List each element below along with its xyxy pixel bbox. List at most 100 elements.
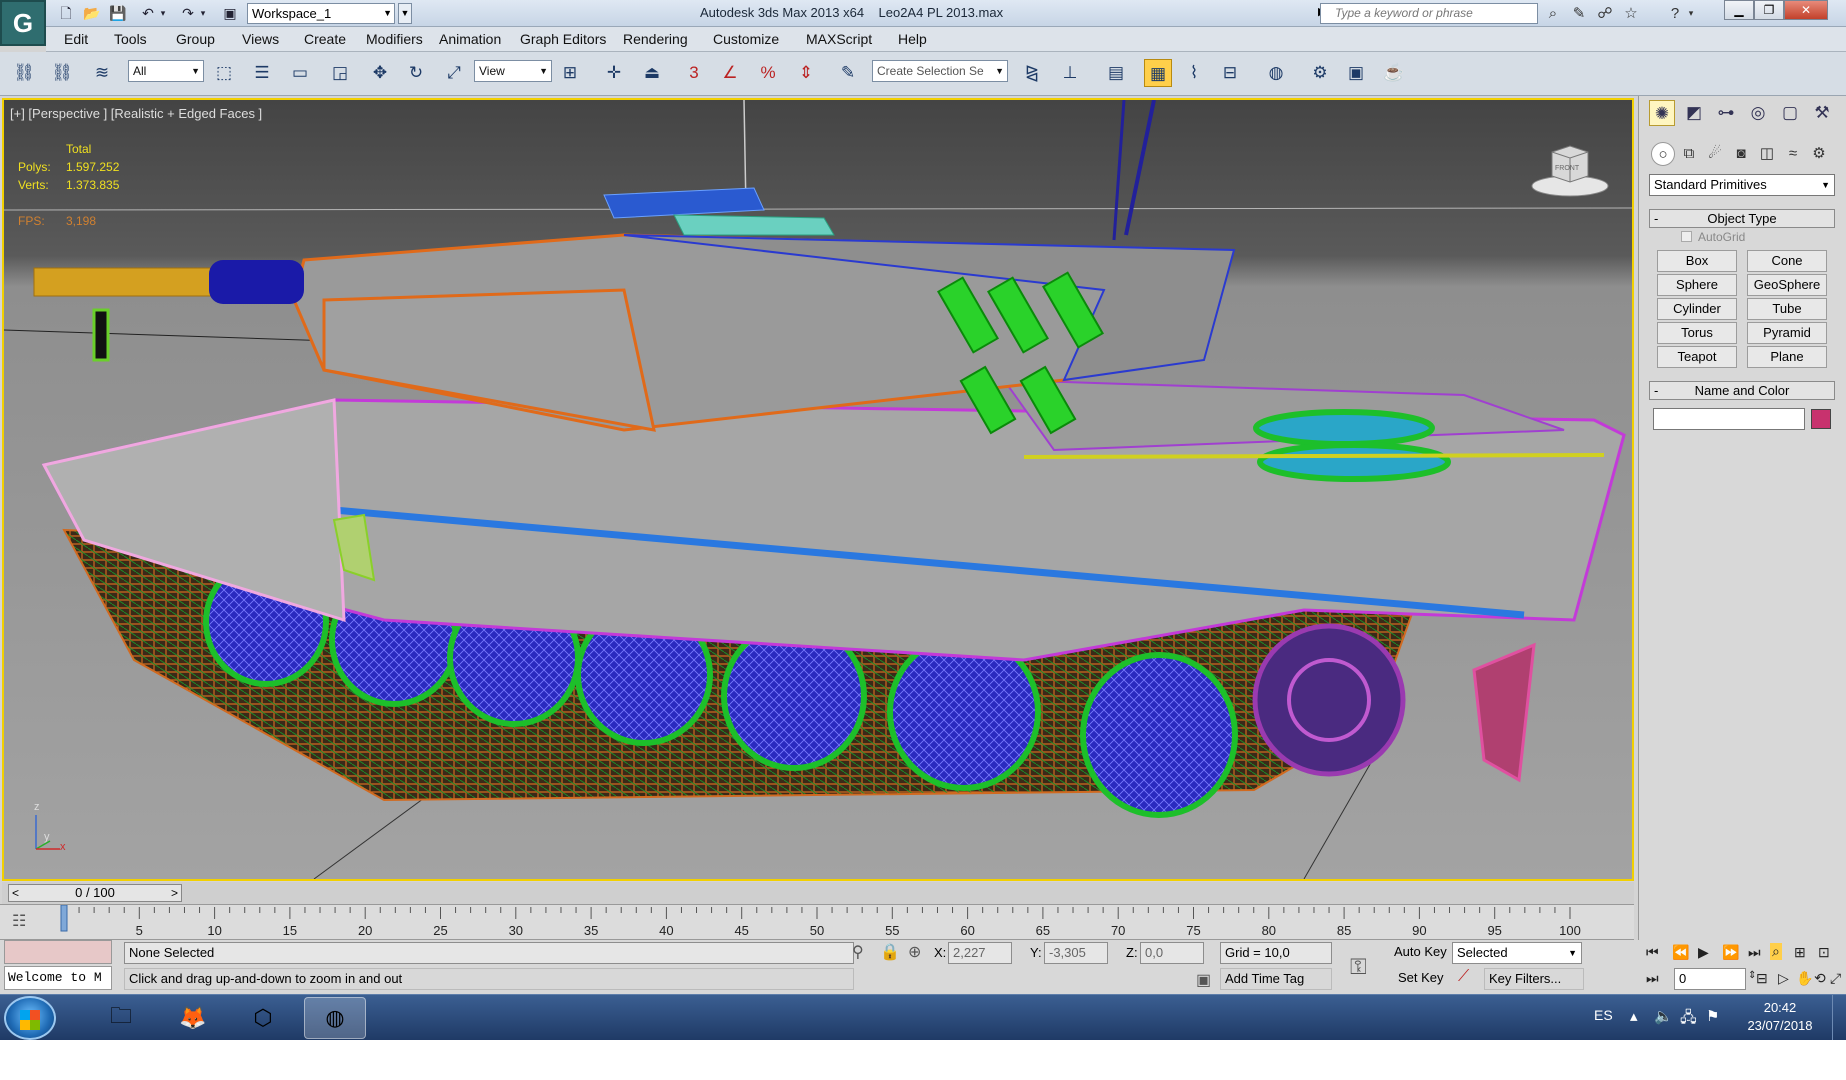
create-panel-tab-icon[interactable]: ✺: [1649, 100, 1675, 126]
auto-key-button[interactable]: Auto Key: [1394, 944, 1447, 959]
geometry-icon[interactable]: ○: [1651, 142, 1675, 166]
menu-rendering[interactable]: Rendering: [623, 31, 688, 47]
set-key-button[interactable]: Set Key: [1398, 970, 1444, 985]
menu-maxscript[interactable]: MAXScript: [806, 31, 872, 47]
key-mode-toggle-icon[interactable]: ⏭: [1646, 970, 1659, 987]
workspace-select[interactable]: Workspace_1 ▼: [247, 3, 395, 24]
manipulate-icon[interactable]: ✛: [600, 59, 628, 87]
rectangular-selection-icon[interactable]: ▭: [286, 59, 314, 87]
field-of-view-icon[interactable]: ▷: [1778, 970, 1789, 987]
edit-named-selection-icon[interactable]: ✎: [834, 59, 862, 87]
menu-animation[interactable]: Animation: [439, 31, 501, 47]
material-editor-icon[interactable]: ◍: [1262, 59, 1290, 87]
key-selection-set-select[interactable]: Selected ▼: [1452, 942, 1582, 964]
layer-manager-icon[interactable]: ▤: [1102, 59, 1130, 87]
add-time-tag-button[interactable]: Add Time Tag: [1220, 968, 1332, 990]
selection-filter-select[interactable]: All ▼: [128, 60, 204, 82]
menu-modifiers[interactable]: Modifiers: [366, 31, 423, 47]
curve-editor-icon[interactable]: ⌇: [1180, 59, 1208, 87]
previous-key-icon[interactable]: ⏪: [1672, 944, 1689, 961]
undo-icon[interactable]: ↶: [138, 4, 158, 22]
box-button[interactable]: Box: [1657, 250, 1737, 272]
y-coord-input[interactable]: -3,305: [1044, 942, 1108, 964]
select-and-rotate-icon[interactable]: ↻: [402, 59, 430, 87]
geosphere-button[interactable]: GeoSphere: [1747, 274, 1827, 296]
align-icon[interactable]: ⊥: [1056, 59, 1084, 87]
time-configuration-icon[interactable]: ⊟: [1756, 970, 1768, 987]
percent-snap-icon[interactable]: %: [754, 59, 782, 87]
zoom-extents-icon[interactable]: ⊡: [1818, 944, 1830, 961]
scene-explorer-icon[interactable]: ▦: [1144, 59, 1172, 87]
start-button[interactable]: [4, 996, 56, 1040]
pan-view-icon[interactable]: ✋: [1796, 970, 1813, 987]
shapes-icon[interactable]: ⧉: [1677, 142, 1701, 166]
trackbar[interactable]: ☷ 5 10 15 20 25 30 35 40 45 50 55 60 65 70 75 80 85 90 95 1…: [0, 904, 1634, 940]
lights-icon[interactable]: ☄: [1703, 142, 1727, 166]
help-icon[interactable]: ?: [1664, 4, 1686, 23]
language-indicator[interactable]: ES: [1594, 1007, 1613, 1023]
action-center-icon[interactable]: ⚑: [1706, 1007, 1719, 1025]
angle-snap-icon[interactable]: ∠: [716, 59, 744, 87]
menu-tools[interactable]: Tools: [114, 31, 147, 47]
3d-app-icon[interactable]: ⬡: [232, 997, 294, 1039]
next-key-icon[interactable]: ⏩: [1722, 944, 1739, 961]
snaps-toggle-icon[interactable]: 3: [680, 59, 708, 87]
current-frame-input[interactable]: 0: [1674, 968, 1746, 990]
select-and-move-icon[interactable]: ✥: [366, 59, 394, 87]
menu-group[interactable]: Group: [176, 31, 215, 47]
object-color-swatch[interactable]: [1811, 409, 1831, 429]
object-type-rollout[interactable]: - Object Type: [1649, 209, 1835, 228]
zoom-all-icon[interactable]: ⊞: [1794, 944, 1806, 961]
volume-icon[interactable]: 🔈: [1654, 1007, 1673, 1025]
modify-panel-tab-icon[interactable]: ◩: [1681, 100, 1707, 126]
network-icon[interactable]: 🖧: [1680, 1007, 1697, 1032]
favorites-star-icon[interactable]: ☆: [1620, 4, 1642, 23]
absolute-mode-icon[interactable]: ⊕: [908, 942, 921, 962]
restore-button[interactable]: ❐: [1754, 0, 1784, 20]
viewcube[interactable]: FRONT: [1530, 140, 1610, 200]
menu-views[interactable]: Views: [242, 31, 279, 47]
x-coord-input[interactable]: 2,227: [948, 942, 1012, 964]
pivot-center-icon[interactable]: ⊞: [556, 59, 584, 87]
binoculars-icon[interactable]: ⌕: [1542, 4, 1564, 23]
file-explorer-icon[interactable]: 🗀: [90, 997, 152, 1039]
tube-button[interactable]: Tube: [1747, 298, 1827, 320]
mirror-icon[interactable]: ⧎: [1018, 59, 1046, 87]
perspective-viewport[interactable]: [+] [Perspective ] [Realistic + Edged Fa…: [2, 98, 1634, 881]
key-filters-button[interactable]: Key Filters...: [1484, 968, 1584, 990]
open-file-icon[interactable]: 📂: [82, 4, 102, 22]
save-file-icon[interactable]: 💾: [108, 4, 128, 22]
select-object-icon[interactable]: ⬚: [210, 59, 238, 87]
new-file-icon[interactable]: 🗋: [56, 4, 76, 22]
menu-help[interactable]: Help: [898, 31, 927, 47]
next-frame-icon[interactable]: >: [171, 885, 178, 901]
communication-center-icon[interactable]: ☍: [1594, 4, 1616, 23]
workspace-menu-button[interactable]: ▼: [398, 3, 412, 24]
spinner-snap-icon[interactable]: ⇕: [792, 59, 820, 87]
schematic-view-icon[interactable]: ⊟: [1216, 59, 1244, 87]
set-keys-key-icon[interactable]: ⚿: [1350, 954, 1367, 980]
minimize-button[interactable]: ▁: [1724, 0, 1754, 20]
subscription-icon[interactable]: ✎: [1568, 4, 1590, 23]
show-desktop-button[interactable]: [1832, 995, 1846, 1040]
go-to-end-icon[interactable]: ⏭: [1748, 944, 1761, 961]
reference-coordinate-select[interactable]: View ▼: [474, 60, 552, 82]
named-selection-select[interactable]: Create Selection Se ▼: [872, 60, 1008, 82]
z-coord-input[interactable]: 0,0: [1140, 942, 1204, 964]
selection-lock-icon[interactable]: 🔒: [880, 942, 900, 962]
previous-frame-icon[interactable]: <: [12, 885, 19, 901]
maxscript-listener-input[interactable]: Welcome to M: [4, 966, 112, 990]
menu-create[interactable]: Create: [304, 31, 346, 47]
menu-graph-editors[interactable]: Graph Editors: [520, 31, 606, 47]
system-clock[interactable]: 20:42 23/07/2018: [1740, 999, 1820, 1035]
select-and-link-icon[interactable]: ⛓: [10, 59, 38, 87]
space-warps-icon[interactable]: ≈: [1781, 142, 1805, 166]
go-to-start-icon[interactable]: ⏮: [1646, 944, 1659, 961]
redo-icon[interactable]: ↷: [178, 4, 198, 22]
cylinder-button[interactable]: Cylinder: [1657, 298, 1737, 320]
display-panel-tab-icon[interactable]: ▢: [1777, 100, 1803, 126]
maximize-viewport-icon[interactable]: ⤢: [1830, 970, 1841, 987]
firefox-icon[interactable]: 🦊: [162, 997, 224, 1039]
utilities-panel-tab-icon[interactable]: ⚒: [1809, 100, 1835, 126]
geometry-category-select[interactable]: Standard Primitives ▼: [1649, 174, 1835, 196]
